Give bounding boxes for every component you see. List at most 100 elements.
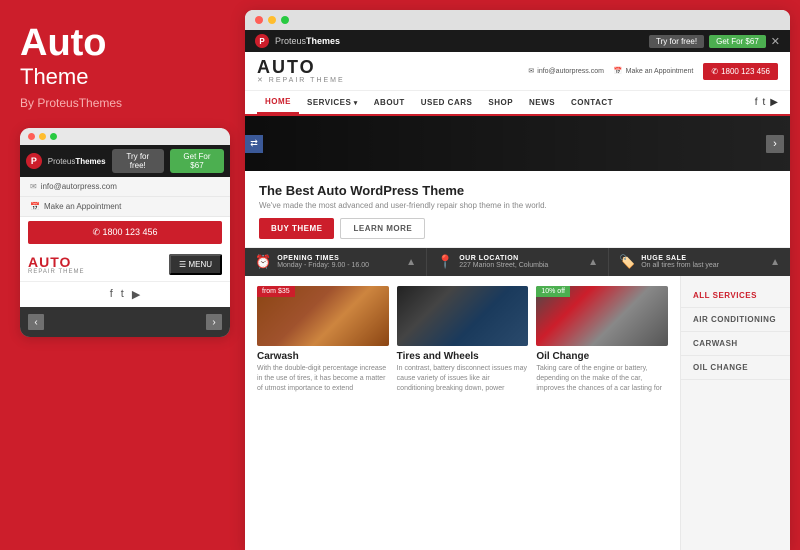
nav-item-used-cars[interactable]: USED CARS	[413, 92, 481, 113]
twitter-icon[interactable]: t	[121, 288, 124, 301]
site-phone-icon: ✆	[711, 67, 718, 76]
browser-bar	[245, 10, 790, 30]
facebook-icon[interactable]: f	[110, 288, 113, 301]
info-sale: 🏷️ HUGE SALE On all tires from last year…	[609, 248, 790, 276]
browser-dot-green[interactable]	[281, 16, 289, 24]
tires-image	[397, 286, 529, 346]
info-bar: ⏰ OPENING TIMES Monday - Friday: 9.00 - …	[245, 248, 790, 276]
site-p-icon: P	[255, 34, 269, 48]
services-left: from $35 Carwash With the double-digit p…	[245, 276, 680, 550]
location-label: OUR LOCATION	[459, 255, 548, 262]
info-opening-text: OPENING TIMES Monday - Friday: 9.00 - 16…	[277, 255, 369, 269]
site-get-button[interactable]: Get For $67	[709, 35, 766, 48]
site-header: AUTO ✕ REPAIR THEME ✉ info@autorpress.co…	[245, 52, 790, 91]
site-try-button[interactable]: Try for free!	[649, 35, 704, 48]
mobile-mockup: P ProteusThemes Try for free! Get For $6…	[20, 128, 230, 337]
sale-value: On all tires from last year	[641, 262, 719, 269]
site-email-text: info@autorpress.com	[537, 68, 604, 75]
right-panel: P ProteusThemes Try for free! Get For $6…	[245, 10, 790, 550]
nav-item-shop[interactable]: SHOP	[480, 92, 521, 113]
location-value: 227 Marion Street, Columbia	[459, 262, 548, 269]
tires-title: Tires and Wheels	[397, 351, 529, 362]
site-appt-icon: 📅	[614, 67, 623, 75]
nav-facebook-icon[interactable]: f	[755, 97, 758, 108]
opening-value: Monday - Friday: 9.00 - 16.00	[277, 262, 369, 269]
service-card-oil: 10% off Oil Change Taking care of the en…	[536, 286, 668, 393]
mobile-phone-btn[interactable]: ✆ 1800 123 456	[28, 221, 222, 244]
site-email-contact: ✉ info@autorpress.com	[528, 67, 604, 75]
nav-item-services[interactable]: SERVICES	[299, 92, 366, 113]
mobile-hero: ‹ ›	[20, 307, 230, 337]
mobile-dots	[20, 128, 230, 145]
dot-green	[50, 133, 57, 140]
info-opening-times: ⏰ OPENING TIMES Monday - Friday: 9.00 - …	[245, 248, 427, 276]
mobile-menu-button[interactable]: ☰ MENU	[169, 254, 222, 275]
nav-item-news[interactable]: NEWS	[521, 92, 563, 113]
site-auto-text: AUTO	[257, 58, 345, 76]
learn-more-button[interactable]: LEARN MORE	[340, 218, 425, 239]
nav-item-contact[interactable]: CONTACT	[563, 92, 621, 113]
mobile-p-icon: P	[26, 153, 42, 169]
services-sidebar: ALL SERVICES AIR CONDITIONING CARWASH OI…	[680, 276, 790, 550]
service-card-carwash: from $35 Carwash With the double-digit p…	[257, 286, 389, 393]
mobile-try-button[interactable]: Try for free!	[112, 149, 164, 173]
service-card-tires: Tires and Wheels In contrast, battery di…	[397, 286, 529, 393]
oil-desc: Taking care of the engine or battery, de…	[536, 364, 668, 393]
sidebar-carwash[interactable]: CARWASH	[681, 332, 790, 356]
hero-overlay	[245, 116, 790, 171]
nav-twitter-icon[interactable]: t	[763, 97, 766, 108]
nav-social: f t ▶	[755, 97, 778, 108]
carwash-title: Carwash	[257, 351, 389, 362]
info-location-text: OUR LOCATION 227 Marion Street, Columbia	[459, 255, 548, 269]
carwash-badge: from $35	[257, 286, 295, 297]
location-icon: 📍	[437, 254, 453, 270]
clock-icon: ⏰	[255, 254, 271, 270]
nav-item-about[interactable]: ABOUT	[366, 92, 413, 113]
mobile-appt-row: 📅 Make an Appointment	[20, 197, 230, 217]
info-sale-text: HUGE SALE On all tires from last year	[641, 255, 719, 269]
mobile-logo-row: AUTO REPAIR THEME ☰ MENU	[20, 248, 230, 282]
browser-dot-yellow[interactable]	[268, 16, 276, 24]
calendar-icon: 📅	[30, 202, 40, 211]
opening-arrow[interactable]: ▲	[406, 257, 416, 268]
left-panel: Auto Theme By ProteusThemes P ProteusThe…	[0, 0, 245, 550]
buy-theme-button[interactable]: BUY THEME	[259, 218, 334, 239]
share-button[interactable]: ⇄	[245, 135, 263, 153]
sidebar-oil-change[interactable]: OIL CHANGE	[681, 356, 790, 380]
hero-next-arrow[interactable]: ›	[766, 135, 784, 153]
mobile-email: info@autorpress.com	[41, 182, 117, 191]
nav-youtube-icon[interactable]: ▶	[770, 97, 778, 108]
email-icon: ✉	[30, 182, 37, 191]
location-arrow[interactable]: ▲	[588, 257, 598, 268]
site-close-button[interactable]: ✕	[771, 35, 780, 48]
mobile-next-arrow[interactable]: ›	[206, 314, 222, 330]
site-email-icon: ✉	[528, 67, 534, 75]
cta-subheading: We've made the most advanced and user-fr…	[259, 201, 776, 210]
carwash-image: from $35	[257, 286, 389, 346]
oil-badge: 10% off	[536, 286, 570, 297]
browser-dot-red[interactable]	[255, 16, 263, 24]
nav-item-home[interactable]: HOME	[257, 91, 299, 114]
youtube-icon[interactable]: ▶	[132, 288, 140, 301]
mobile-prev-arrow[interactable]: ‹	[28, 314, 44, 330]
oil-image: 10% off	[536, 286, 668, 346]
cta-heading: The Best Auto WordPress Theme	[259, 183, 776, 198]
mobile-appointment: Make an Appointment	[44, 202, 121, 211]
mobile-email-row: ✉ info@autorpress.com	[20, 177, 230, 197]
mobile-bar: P ProteusThemes Try for free! Get For $6…	[20, 145, 230, 177]
mobile-logo: AUTO REPAIR THEME	[28, 255, 84, 275]
left-title: Auto	[20, 24, 225, 62]
mobile-repair-text: REPAIR THEME	[28, 269, 84, 275]
sale-arrow[interactable]: ▲	[770, 257, 780, 268]
sidebar-all-services[interactable]: ALL SERVICES	[681, 284, 790, 308]
site-contact-info: ✉ info@autorpress.com 📅 Make an Appointm…	[528, 63, 778, 80]
site-top-bar: P ProteusThemes Try for free! Get For $6…	[245, 30, 790, 52]
site-phone-button[interactable]: ✆ 1800 123 456	[703, 63, 778, 80]
site-cta: The Best Auto WordPress Theme We've made…	[245, 171, 790, 248]
sidebar-air-conditioning[interactable]: AIR CONDITIONING	[681, 308, 790, 332]
site-brand-text: ProteusThemes	[275, 36, 340, 46]
site-logo: AUTO ✕ REPAIR THEME	[257, 58, 345, 84]
service-cards: from $35 Carwash With the double-digit p…	[257, 286, 668, 393]
mobile-get-button[interactable]: Get For $67	[170, 149, 224, 173]
site-appt-contact: 📅 Make an Appointment	[614, 67, 693, 75]
